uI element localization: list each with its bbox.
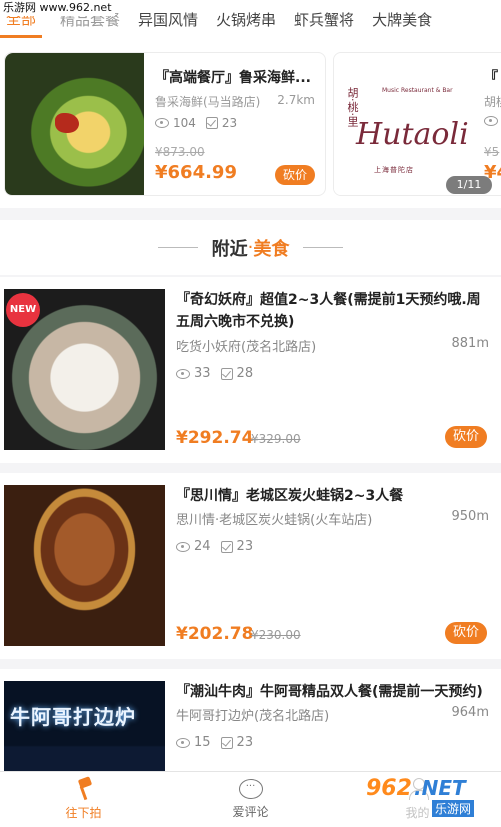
deal-distance: 950m [451,509,489,524]
checkbox-icon [220,736,233,749]
view-count: 33 [194,366,211,381]
featured-price: ¥664.99 [155,162,237,183]
nav-label: 往下拍 [65,806,102,820]
nav-comment[interactable]: ··· 爱评论 [167,772,334,827]
hutaoli-logo: 胡·桃·里 Music Restaurant & Bar Hutaoli 上海普… [334,53,476,195]
list-item[interactable]: NEW 『奇幻妖府』超值2~3人餐(需提前1天预约哦.周五周六晚市不兑换) 吃货… [0,277,501,463]
deal-title: 『奇幻妖府』超值2~3人餐(需提前1天预约哦.周五周六晚市不兑换) [176,292,481,330]
divider [157,247,198,248]
deal-title: 『潮汕牛肉』牛阿哥精品双人餐(需提前一天预约) [176,684,483,700]
view-count: 24 [194,539,211,554]
featured-old-price: ¥873.00 [155,145,205,159]
featured-carousel[interactable]: 『高端餐厅』鲁采海鲜... 鲁采海鲜(马当路店) 2.7km 104 23 ¥8… [0,38,501,208]
section-header: 附近 · 美食 [0,220,501,275]
watermark-top: 乐游网 www.962.net [0,0,115,16]
deal-price: ¥202.78 [176,624,254,644]
check-count: 23 [236,735,254,750]
featured-old-price: ¥5 [484,145,500,159]
deal-stats: 24 23 [176,539,253,554]
checkbox-icon [220,540,233,553]
featured-shop: 鲁采海鲜(马当路店) [155,95,261,109]
deal-distance: 881m [451,336,489,351]
deal-price: ¥292.74 [176,428,254,448]
deal-list: NEW 『奇幻妖府』超值2~3人餐(需提前1天预约哦.周五周六晚市不兑换) 吃货… [0,277,501,827]
featured-distance: 2.7km [277,93,315,107]
deal-image: NEW [4,289,165,450]
eye-icon [176,737,190,748]
bargain-button[interactable]: 砍价 [445,426,487,448]
deal-stats: 15 23 [176,735,253,750]
section-title-food: 美食 [253,238,290,260]
nav-label: 爱评论 [232,805,269,819]
comment-bubble-icon: ··· [238,779,263,799]
tab-big-brand[interactable]: 大牌美食 [372,9,450,30]
carousel-pager: 1/11 [446,176,492,194]
bargain-button[interactable]: 砍价 [445,622,487,644]
bargain-button[interactable]: 砍价 [275,165,315,185]
featured-stats [484,116,498,126]
featured-card[interactable]: 『高端餐厅』鲁采海鲜... 鲁采海鲜(马当路店) 2.7km 104 23 ¥8… [4,52,326,196]
neon-sign: 牛阿哥打边炉 [10,705,136,729]
tab-seafood[interactable]: 虾兵蟹将 [294,9,372,30]
deal-shop: 吃货小妖府(茂名北路店) [176,340,317,355]
eye-icon [155,118,169,128]
eye-icon [484,116,498,126]
watermark-logo: 962 .NET 乐游网 [362,774,496,820]
divider [303,247,344,248]
list-item[interactable]: 『思川情』老城区炭火蛙锅2~3人餐 思川情·老城区炭火蛙锅(火车站店) 950m… [0,473,501,659]
featured-title: 『 [484,70,498,86]
deal-title: 『思川情』老城区炭火蛙锅2~3人餐 [176,488,404,504]
featured-stats: 104 23 [155,116,237,130]
check-count: 23 [221,116,238,130]
featured-title: 『高端餐厅』鲁采海鲜... [155,70,311,86]
nav-auction[interactable]: 往下拍 [0,772,167,827]
section-title-nearby: 附近 [211,238,248,260]
deal-shop: 思川情·老城区炭火蛙锅(火车站店) [176,513,373,528]
new-badge: NEW [6,293,40,327]
check-count: 23 [236,539,254,554]
hammer-icon [73,778,95,800]
deal-image [4,485,165,646]
featured-card[interactable]: 胡·桃·里 Music Restaurant & Bar Hutaoli 上海普… [333,52,501,196]
checkbox-icon [220,367,233,380]
deal-stats: 33 28 [176,366,253,381]
eye-icon [176,368,190,379]
deal-old-price: ¥230.00 [251,628,301,642]
check-count: 28 [236,366,254,381]
deal-distance: 964m [451,705,489,720]
featured-image [5,53,144,195]
eye-icon [176,541,190,552]
deal-old-price: ¥329.00 [251,432,301,446]
view-count: 104 [173,116,196,130]
deal-shop: 牛阿哥打边炉(茂名北路店) [176,709,330,724]
featured-shop: 胡桃 [484,95,501,109]
tab-exotic[interactable]: 异国风情 [138,9,216,30]
tab-hotpot-bbq[interactable]: 火锅烤串 [216,9,294,30]
checkbox-icon [205,117,218,129]
view-count: 15 [194,735,211,750]
